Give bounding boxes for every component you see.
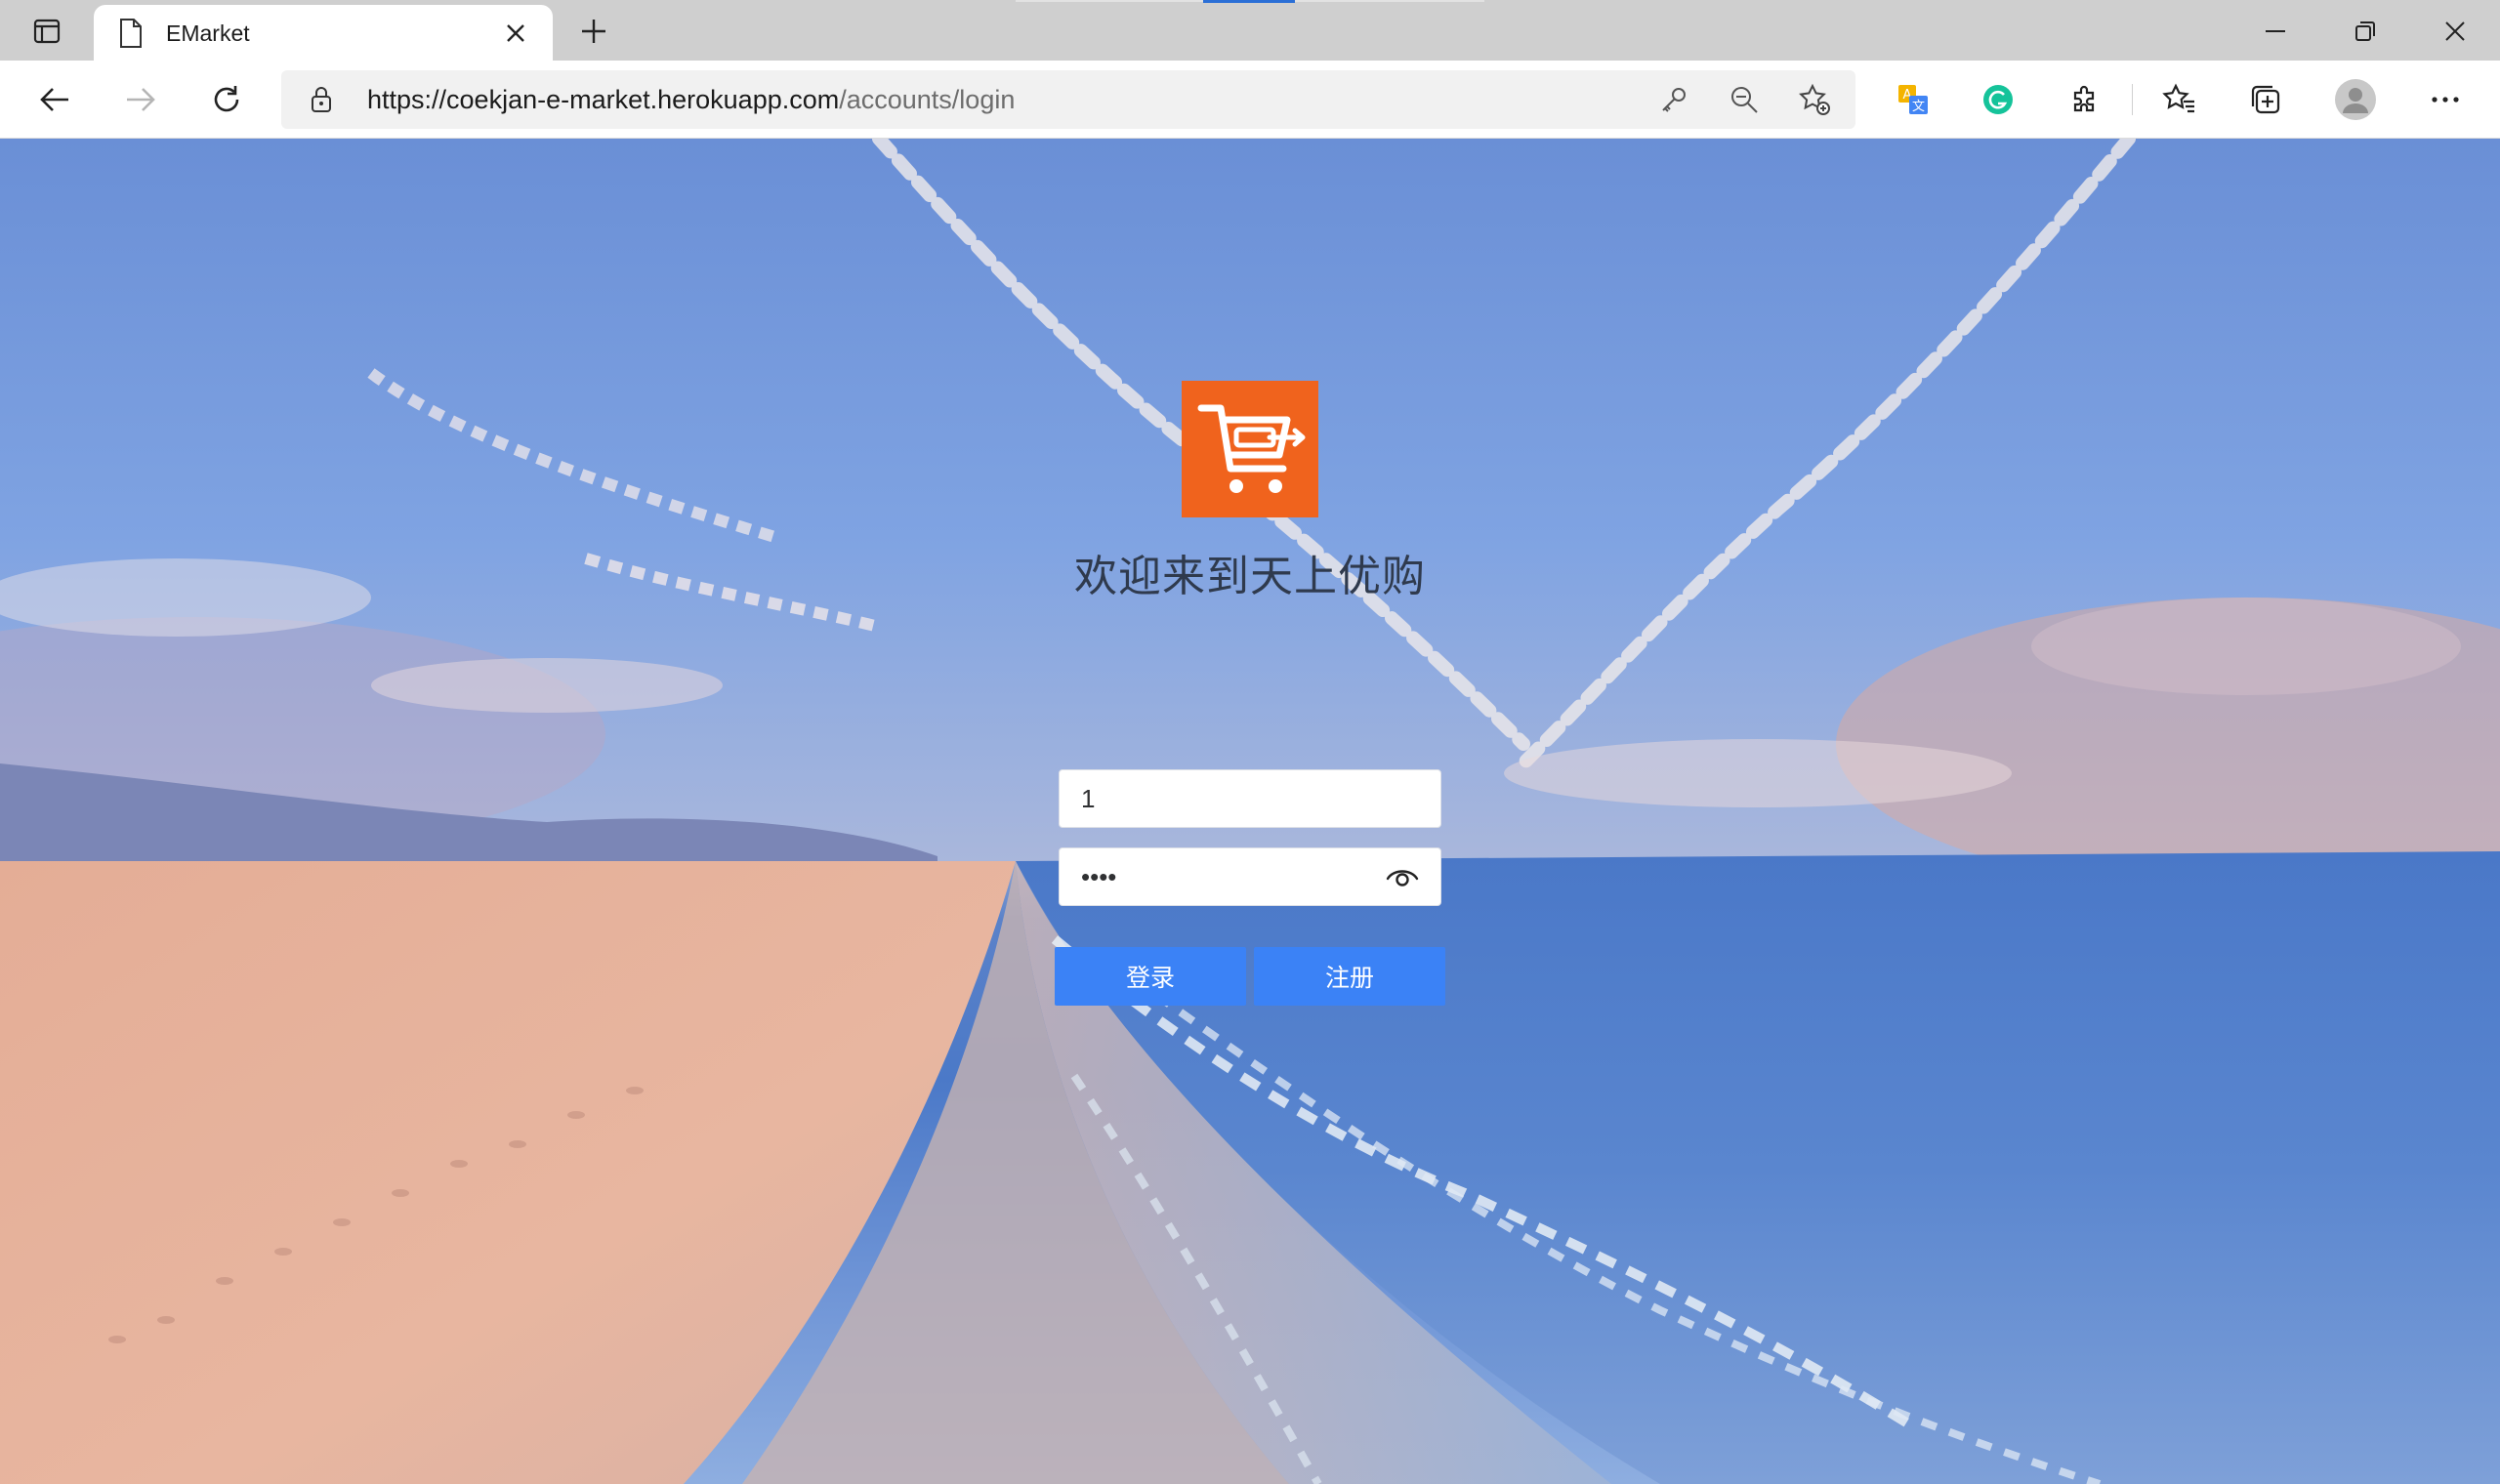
- username-input[interactable]: [1060, 770, 1440, 827]
- page-viewport: 欢迎来到天上优购 登录 注册: [0, 139, 2500, 1484]
- url-text[interactable]: https://coekjan-e-market.herokuapp.com/a…: [367, 70, 1015, 129]
- register-button[interactable]: 注册: [1254, 947, 1445, 1006]
- login-button[interactable]: 登录: [1055, 947, 1246, 1006]
- loading-indicator: [1203, 0, 1295, 3]
- back-arrow-icon[interactable]: [31, 76, 78, 123]
- toolbar-separator: [2132, 84, 2133, 115]
- site-logo: [1182, 381, 1318, 517]
- refresh-icon[interactable]: [203, 76, 250, 123]
- minimize-icon[interactable]: [2254, 10, 2297, 53]
- svg-text:文: 文: [1912, 100, 1925, 114]
- eye-icon[interactable]: [1386, 864, 1419, 891]
- translate-icon[interactable]: A文: [1890, 76, 1937, 123]
- url-path: /accounts/login: [839, 85, 1016, 114]
- username-field[interactable]: [1059, 769, 1441, 828]
- favorites-icon[interactable]: [2156, 76, 2203, 123]
- address-bar[interactable]: https://coekjan-e-market.herokuapp.com/a…: [281, 70, 1855, 129]
- browser-window: EMarket https://coekjan-e-market.herokua…: [0, 0, 2500, 1484]
- window-close-icon[interactable]: [2434, 10, 2477, 53]
- forward-arrow-icon[interactable]: [117, 76, 164, 123]
- page-icon: [117, 18, 145, 49]
- profile-avatar[interactable]: [2332, 76, 2379, 123]
- restore-icon[interactable]: [2344, 10, 2387, 53]
- password-field[interactable]: [1059, 847, 1441, 906]
- login-panel: 欢迎来到天上优购 登录 注册: [1055, 381, 1445, 1006]
- plus-icon[interactable]: [574, 12, 613, 51]
- tab-emarket[interactable]: EMarket: [94, 5, 553, 62]
- lock-icon[interactable]: [307, 85, 336, 114]
- add-favorite-icon[interactable]: [1797, 82, 1832, 117]
- collections-icon[interactable]: [2242, 76, 2289, 123]
- tab-actions-icon[interactable]: [18, 12, 76, 51]
- browser-toolbar: https://coekjan-e-market.herokuapp.com/a…: [0, 61, 2500, 139]
- password-input[interactable]: [1060, 848, 1440, 905]
- tab-title: EMarket: [166, 20, 250, 46]
- tab-strip: EMarket: [0, 0, 2500, 62]
- welcome-title: 欢迎来到天上优购: [1074, 552, 1426, 601]
- url-host: https://coekjan-e-market.herokuapp.com: [367, 85, 840, 114]
- extensions-icon[interactable]: [2061, 76, 2107, 123]
- zoom-out-icon[interactable]: [1727, 82, 1762, 117]
- grammarly-icon[interactable]: [1975, 76, 2021, 123]
- key-icon[interactable]: [1656, 82, 1691, 117]
- close-icon[interactable]: [500, 18, 531, 49]
- more-icon[interactable]: [2422, 76, 2469, 123]
- shopping-cart-icon: [1197, 404, 1306, 493]
